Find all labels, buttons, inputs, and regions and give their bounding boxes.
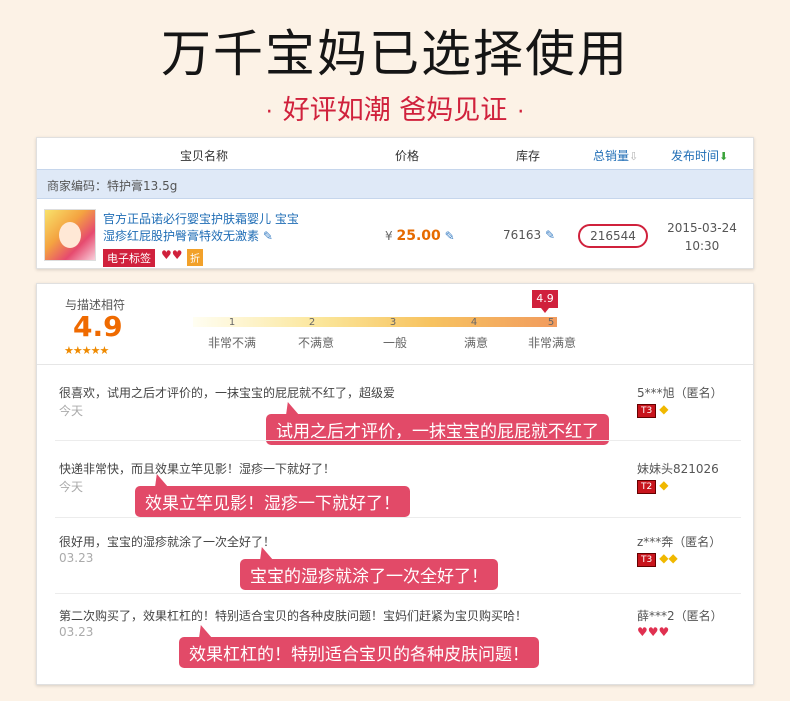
product-table: 宝贝名称 价格 库存 总销量⇩ 发布时间⬇ 商家编码：特护膏13.5g 官方正品… — [36, 137, 754, 269]
reviewer-badges: T2 ◆ — [637, 478, 668, 494]
scale-label: 不满意 — [297, 336, 334, 350]
publish-date: 2015-03-24 — [667, 221, 737, 235]
reviewer-badges: ♥♥♥ — [637, 625, 669, 639]
divider — [55, 517, 741, 518]
scale-label: 一般 — [382, 336, 407, 350]
review-date: 今天 — [59, 404, 84, 418]
subheadline-text: 好评如潮 爸妈见证 — [282, 95, 508, 126]
scale-num: 3 — [389, 317, 397, 328]
review-panel: 与描述相符 4.9 ★★★★★ 4.9 1 2 3 4 5 非常不满 不满意 一… — [36, 283, 754, 685]
discount-badge: 折 — [187, 249, 203, 266]
table-header: 宝贝名称 价格 库存 总销量⇩ 发布时间⬇ — [37, 138, 753, 169]
level-badge: T2 — [637, 480, 657, 494]
rating-stars-icon: ★★★★★ — [64, 344, 109, 357]
edit-price-icon[interactable]: ✎ — [445, 229, 455, 243]
review-highlight-bubble: 效果立竿见影！湿疹一下就好了！ — [135, 486, 410, 517]
stock-value: 76163 — [503, 228, 542, 242]
sort-down-icon: ⇩ — [629, 150, 639, 163]
edit-stock-icon[interactable]: ✎ — [545, 228, 555, 242]
review-date: 03.23 — [59, 551, 94, 565]
product-publish-date: 2015-03-24 10:30 — [667, 219, 737, 255]
heart-badge-icon: ♥♥ — [161, 248, 183, 262]
reviewer-badges: T3 ◆ — [637, 402, 668, 418]
product-title-link[interactable]: 官方正品诺必行婴宝护肤霜婴儿 宝宝湿疹红屁股护臀膏特效无激素 ✎ — [103, 211, 303, 245]
review-text: 很好用，宝宝的湿疹就涂了一次全好了！ — [59, 535, 276, 549]
review-highlight-bubble: 宝宝的湿疹就涂了一次全好了！ — [240, 559, 498, 590]
review-text: 第二次购买了，效果杠杠的！特别适合宝贝的各种皮肤问题！宝妈们赶紧为宝贝购买哈！ — [59, 609, 528, 623]
reviewer-name: 5***旭（匿名） — [637, 386, 723, 400]
product-stock: 76163 ✎ — [503, 228, 555, 242]
product-thumbnail[interactable] — [44, 209, 96, 261]
review-text: 很喜欢，试用之后才评价的，一抹宝宝的屁屁就不红了，超级爱 — [59, 386, 396, 400]
diamond-icon: ◆ — [659, 402, 669, 416]
heart-level-icon: ♥♥♥ — [637, 625, 670, 639]
divider — [55, 593, 741, 594]
subheadline-dot-right: · — [517, 100, 525, 125]
scale-num: 4 — [470, 317, 478, 328]
scale-num: 1 — [228, 317, 236, 328]
electronic-tag-badge: 电子标签 — [103, 249, 155, 267]
product-price: ¥ 25.00 ✎ — [385, 228, 455, 244]
scale-label: 非常不满 — [207, 336, 256, 350]
scale-label: 非常满意 — [527, 336, 576, 350]
reviewer-badges: T3 ◆◆ — [637, 551, 678, 567]
level-badge: T3 — [637, 553, 657, 567]
divider — [55, 440, 741, 441]
review-text: 快递非常快，而且效果立竿见影！湿疹一下就好了！ — [59, 462, 336, 476]
column-stock: 库存 — [516, 149, 541, 163]
column-sales-label: 总销量 — [593, 149, 630, 163]
level-badge: T3 — [637, 404, 657, 418]
price-value: 25.00 — [396, 228, 441, 244]
reviewer-name: 薛***2（匿名） — [637, 609, 723, 623]
product-sales-highlight: 216544 — [578, 224, 648, 248]
column-date-sort[interactable]: 发布时间⬇ — [671, 147, 728, 164]
review-highlight-bubble: 效果杠杠的！特别适合宝贝的各种皮肤问题！ — [179, 637, 539, 668]
merchant-code: 商家编码：特护膏13.5g — [37, 169, 753, 199]
page-subheadline: · 好评如潮 爸妈见证 · — [0, 88, 790, 127]
reviewer-name: z***奔（匿名） — [637, 535, 722, 549]
column-name: 宝贝名称 — [180, 149, 229, 163]
scale-label: 满意 — [463, 336, 488, 350]
divider — [37, 364, 753, 365]
scale-num: 5 — [547, 317, 555, 328]
column-price: 价格 — [395, 149, 420, 163]
rating-score: 4.9 — [73, 310, 123, 343]
rating-scale-bar — [193, 317, 557, 327]
column-sales-sort[interactable]: 总销量⇩ — [593, 147, 638, 164]
diamond-icon: ◆◆ — [659, 551, 678, 565]
column-date-label: 发布时间 — [671, 149, 720, 163]
publish-time: 10:30 — [684, 239, 720, 253]
edit-title-icon[interactable]: ✎ — [263, 229, 273, 243]
review-date: 今天 — [59, 480, 84, 494]
price-symbol: ¥ — [385, 229, 393, 243]
diamond-icon: ◆ — [659, 478, 669, 492]
rating-summary: 与描述相符 4.9 ★★★★★ — [37, 284, 157, 364]
reviewer-name: 妹妹头821026 — [637, 462, 719, 476]
sort-active-down-icon: ⬇ — [719, 150, 729, 163]
table-row: 官方正品诺必行婴宝护肤霜婴儿 宝宝湿疹红屁股护臀膏特效无激素 ✎ 电子标签 ♥♥… — [37, 199, 753, 269]
rating-marker: 4.9 — [532, 290, 558, 313]
scale-num: 2 — [308, 317, 316, 328]
subheadline-dot-left: · — [265, 100, 273, 125]
review-date: 03.23 — [59, 625, 94, 639]
page-headline: 万千宝妈已选择使用 — [161, 25, 629, 83]
